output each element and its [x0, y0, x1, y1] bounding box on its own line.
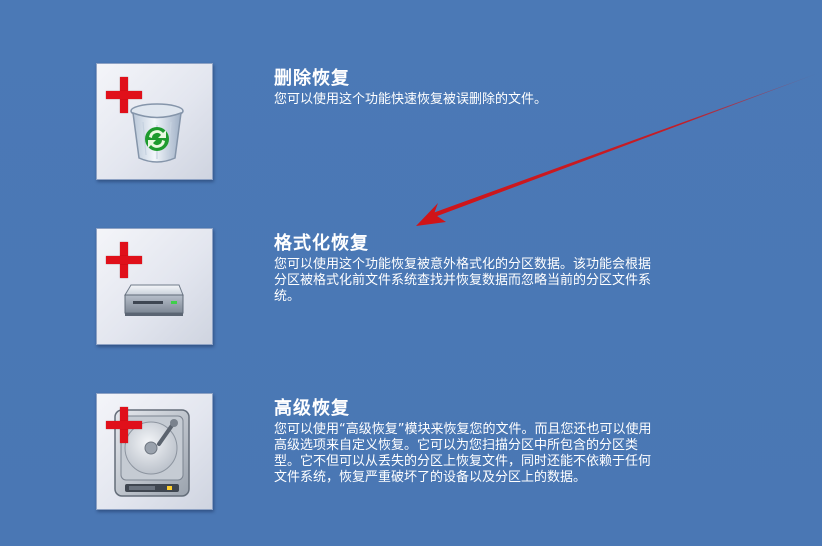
delete-recovery-text: 删除恢复 您可以使用这个功能快速恢复被误删除的文件。 [274, 68, 654, 108]
delete-recovery-description: 您可以使用这个功能快速恢复被误删除的文件。 [274, 92, 548, 107]
format-recovery-text: 格式化恢复 您可以使用这个功能恢复被意外格式化的分区数据。该功能会根据分区被格式… [274, 233, 654, 305]
format-recovery-title[interactable]: 格式化恢复 [274, 233, 654, 255]
recycle-bin-icon [130, 103, 184, 163]
plus-icon [106, 242, 142, 278]
format-recovery-button[interactable] [96, 228, 213, 345]
drive-icon [124, 284, 184, 316]
delete-recovery-button[interactable] [96, 63, 213, 180]
plus-icon [106, 407, 142, 443]
option-format-recovery[interactable]: 格式化恢复 您可以使用这个功能恢复被意外格式化的分区数据。该功能会根据分区被格式… [96, 228, 656, 346]
advanced-recovery-description: 您可以使用“高级恢复”模块来恢复您的文件。而且您还也可以使用高级选项来自定义恢复… [274, 422, 652, 485]
format-recovery-description: 您可以使用这个功能恢复被意外格式化的分区数据。该功能会根据分区被格式化前文件系统… [274, 257, 652, 304]
option-advanced-recovery[interactable]: 高级恢复 您可以使用“高级恢复”模块来恢复您的文件。而且您还也可以使用高级选项来… [96, 393, 656, 511]
advanced-recovery-button[interactable] [96, 393, 213, 510]
advanced-recovery-title[interactable]: 高级恢复 [274, 398, 654, 420]
option-delete-recovery[interactable]: 删除恢复 您可以使用这个功能快速恢复被误删除的文件。 [96, 63, 656, 181]
recovery-options-panel: 删除恢复 您可以使用这个功能快速恢复被误删除的文件。 格式化恢复 您可以使用这个… [0, 0, 822, 546]
delete-recovery-title[interactable]: 删除恢复 [274, 68, 654, 90]
advanced-recovery-text: 高级恢复 您可以使用“高级恢复”模块来恢复您的文件。而且您还也可以使用高级选项来… [274, 398, 654, 486]
